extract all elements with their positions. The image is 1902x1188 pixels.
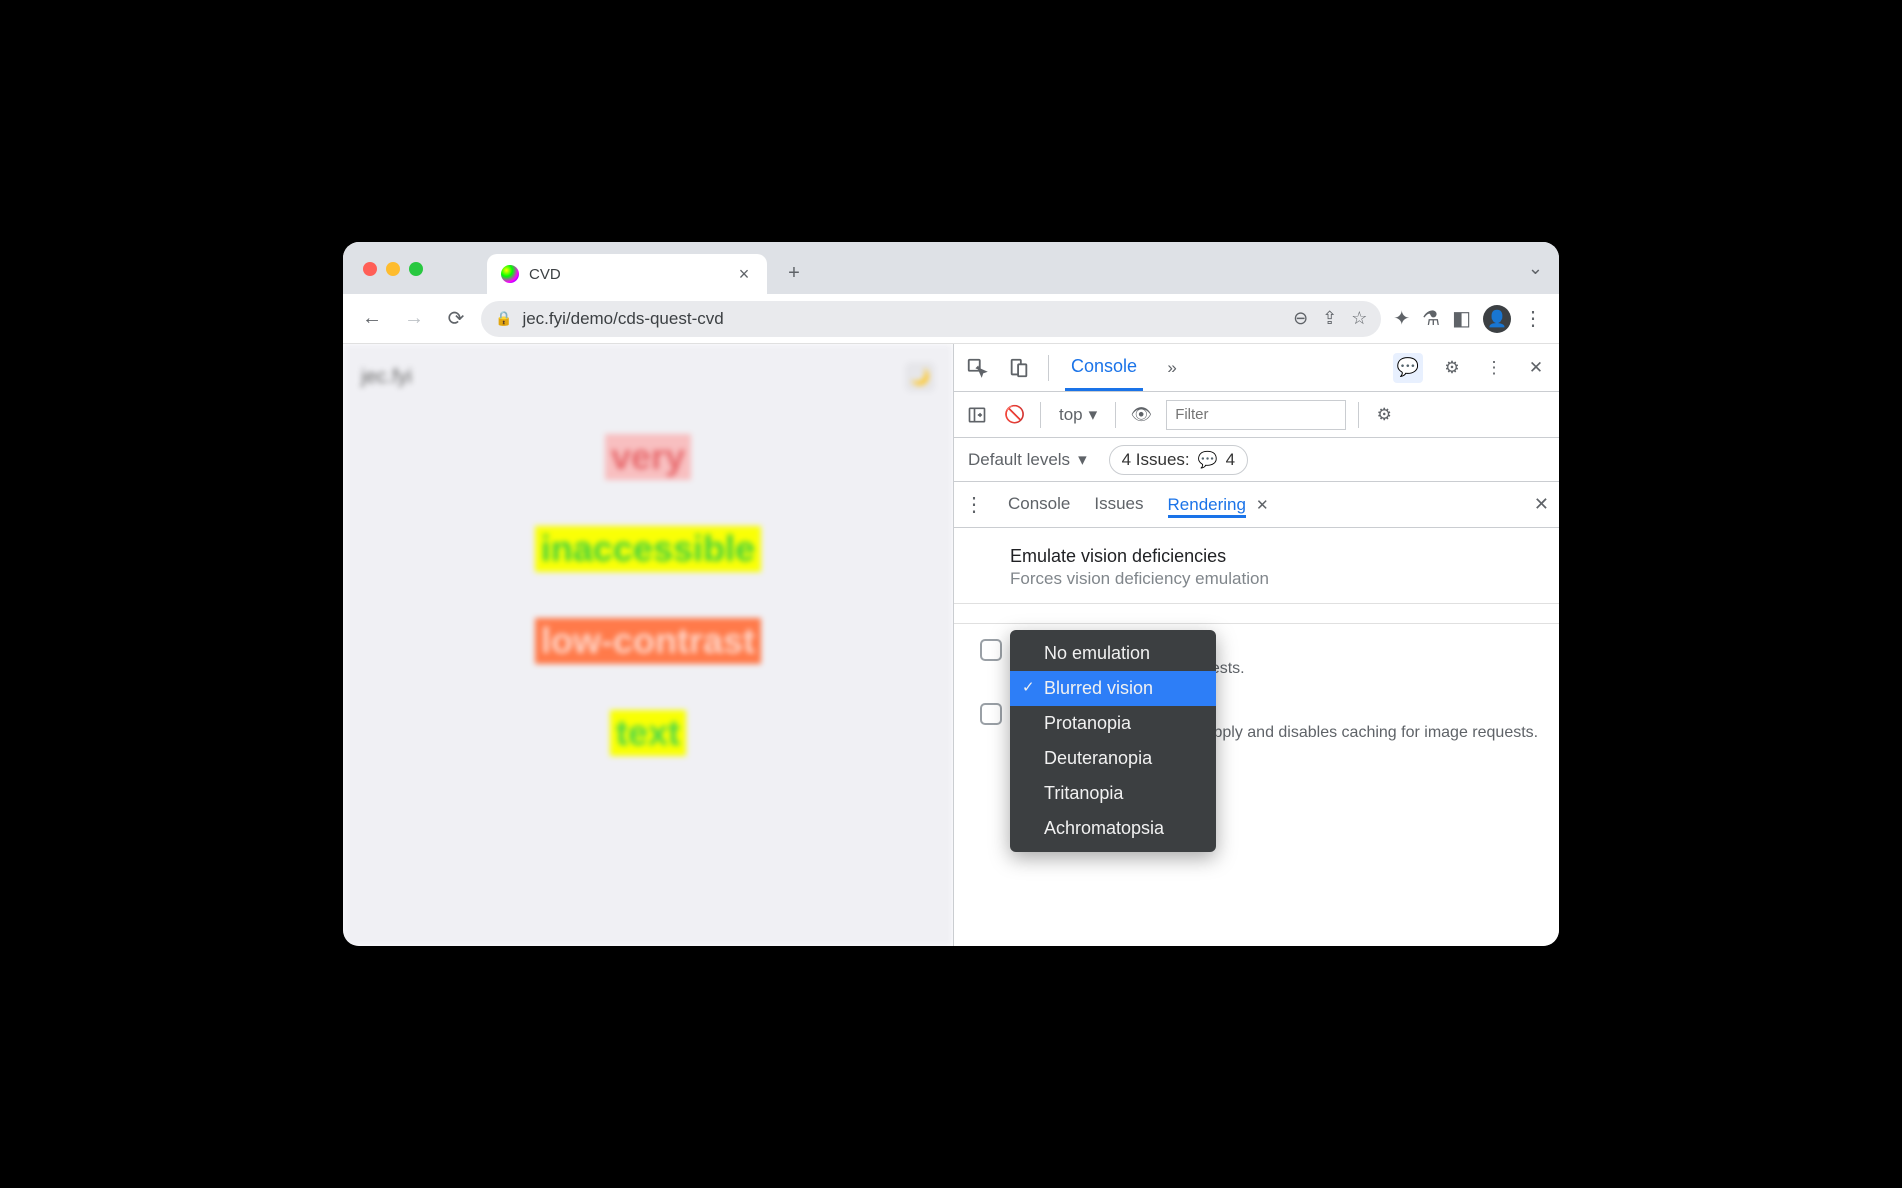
tabs-menu-chevron-icon[interactable]: ⌄ bbox=[1528, 258, 1543, 279]
profile-avatar[interactable]: 👤 bbox=[1483, 305, 1511, 333]
demo-word-4: text bbox=[610, 710, 686, 756]
menu-no-emulation[interactable]: No emulation bbox=[1010, 636, 1216, 671]
demo-word-2: inaccessible bbox=[535, 526, 761, 572]
sidepanel-icon[interactable]: ◧ bbox=[1452, 306, 1471, 331]
url-text: jec.fyi/demo/cds-quest-cvd bbox=[522, 309, 1283, 329]
devtools-menu-icon[interactable]: ⋮ bbox=[1481, 355, 1507, 381]
log-levels-dropdown[interactable]: Default levels ▾ bbox=[964, 450, 1091, 470]
minimize-window-button[interactable] bbox=[386, 262, 400, 276]
context-selector[interactable]: top ▾ bbox=[1053, 405, 1103, 425]
menu-tritanopia[interactable]: Tritanopia bbox=[1010, 776, 1216, 811]
site-title: jec.fyi bbox=[361, 366, 412, 389]
chevron-down-icon: ▾ bbox=[1089, 405, 1098, 425]
console-filter-input[interactable] bbox=[1166, 400, 1346, 430]
menu-achromatopsia[interactable]: Achromatopsia bbox=[1010, 811, 1216, 846]
drawer-close-icon[interactable]: ✕ bbox=[1534, 494, 1549, 515]
divider bbox=[1358, 402, 1359, 428]
menu-protanopia[interactable]: Protanopia bbox=[1010, 706, 1216, 741]
checkbox-1[interactable] bbox=[980, 639, 1002, 661]
zoom-out-icon[interactable]: ⊖ bbox=[1293, 308, 1308, 329]
emulate-section: Emulate vision deficiencies Forces visio… bbox=[954, 528, 1559, 604]
console-toolbar: 🚫 top ▾ 👁 ⚙ bbox=[954, 392, 1559, 438]
extensions-icon[interactable]: ✦ bbox=[1393, 306, 1410, 331]
menu-blurred-vision[interactable]: Blurred vision bbox=[1010, 671, 1216, 706]
browser-menu-icon[interactable]: ⋮ bbox=[1523, 306, 1543, 331]
clear-console-icon[interactable]: 🚫 bbox=[1002, 402, 1028, 428]
reload-button[interactable]: ⟳ bbox=[439, 302, 473, 336]
demo-word-3: low-contrast bbox=[535, 618, 761, 664]
drawer-tab-console[interactable]: Console bbox=[1008, 494, 1070, 516]
tab-title: CVD bbox=[529, 266, 725, 283]
levels-label: Default levels bbox=[968, 450, 1070, 470]
devtools-panel: Console » 💬 ⚙ ⋮ ✕ 🚫 top ▾ 👁 bbox=[953, 344, 1559, 946]
tab-strip: CVD × + ⌄ bbox=[343, 242, 1559, 294]
forward-button[interactable]: → bbox=[397, 302, 431, 336]
browser-window: CVD × + ⌄ ← → ⟳ 🔒 jec.fyi/demo/cds-quest… bbox=[343, 242, 1559, 946]
live-expression-eye-icon[interactable]: 👁 bbox=[1128, 402, 1154, 428]
inspect-icon[interactable] bbox=[964, 355, 990, 381]
context-label: top bbox=[1059, 405, 1083, 425]
new-tab-button[interactable]: + bbox=[779, 258, 809, 288]
theme-toggle[interactable]: 🌙 bbox=[905, 362, 935, 392]
issues-label: 4 Issues: bbox=[1122, 450, 1190, 470]
tab-close-button[interactable]: × bbox=[735, 265, 753, 283]
console-filter-bar: Default levels ▾ 4 Issues: 💬 4 bbox=[954, 438, 1559, 482]
toolbar-right: ✦ ⚗ ◧ 👤 ⋮ bbox=[1389, 305, 1547, 333]
drawer-more-icon[interactable]: ⋮ bbox=[964, 492, 984, 517]
divider bbox=[1115, 402, 1116, 428]
labs-icon[interactable]: ⚗ bbox=[1422, 306, 1440, 331]
demo-word-1: very bbox=[605, 434, 691, 480]
browser-toolbar: ← → ⟳ 🔒 jec.fyi/demo/cds-quest-cvd ⊖ ⇪ ☆… bbox=[343, 294, 1559, 344]
devtools-close-icon[interactable]: ✕ bbox=[1523, 355, 1549, 381]
share-icon[interactable]: ⇪ bbox=[1322, 308, 1337, 329]
device-toggle-icon[interactable] bbox=[1006, 355, 1032, 381]
console-settings-gear-icon[interactable]: ⚙ bbox=[1371, 402, 1397, 428]
checkbox-2[interactable] bbox=[980, 703, 1002, 725]
drawer-tabs: ⋮ Console Issues Rendering ✕ ✕ bbox=[954, 482, 1559, 528]
divider bbox=[1048, 355, 1049, 381]
favicon-icon bbox=[501, 265, 519, 283]
drawer-tab-close-icon[interactable]: ✕ bbox=[1256, 496, 1269, 514]
back-button[interactable]: ← bbox=[355, 302, 389, 336]
bookmark-star-icon[interactable]: ☆ bbox=[1351, 308, 1367, 329]
lock-icon: 🔒 bbox=[495, 310, 512, 327]
omnibox-actions: ⊖ ⇪ ☆ bbox=[1293, 308, 1367, 329]
emulate-subtitle: Forces vision deficiency emulation bbox=[1010, 569, 1547, 589]
close-window-button[interactable] bbox=[363, 262, 377, 276]
settings-gear-icon[interactable]: ⚙ bbox=[1439, 355, 1465, 381]
emulate-title: Emulate vision deficiencies bbox=[1010, 546, 1547, 567]
address-bar[interactable]: 🔒 jec.fyi/demo/cds-quest-cvd ⊖ ⇪ ☆ bbox=[481, 301, 1381, 337]
chevron-down-icon: ▾ bbox=[1078, 450, 1087, 470]
divider bbox=[1040, 402, 1041, 428]
maximize-window-button[interactable] bbox=[409, 262, 423, 276]
issues-chat-icon[interactable]: 💬 bbox=[1393, 353, 1423, 383]
devtools-main-toolbar: Console » 💬 ⚙ ⋮ ✕ bbox=[954, 344, 1559, 392]
menu-deuteranopia[interactable]: Deuteranopia bbox=[1010, 741, 1216, 776]
issues-pill[interactable]: 4 Issues: 💬 4 bbox=[1109, 445, 1248, 475]
console-tab[interactable]: Console bbox=[1065, 344, 1143, 391]
webpage: jec.fyi 🌙 very inaccessible low-contrast… bbox=[343, 344, 953, 946]
browser-tab[interactable]: CVD × bbox=[487, 254, 767, 294]
vision-deficiency-dropdown: No emulation Blurred vision Protanopia D… bbox=[1010, 630, 1216, 852]
issues-count: 4 bbox=[1226, 450, 1235, 470]
chat-icon: 💬 bbox=[1198, 450, 1218, 470]
content-area: jec.fyi 🌙 very inaccessible low-contrast… bbox=[343, 344, 1559, 946]
drawer-tab-rendering[interactable]: Rendering bbox=[1168, 495, 1246, 518]
drawer-tab-issues[interactable]: Issues bbox=[1094, 494, 1143, 516]
window-controls bbox=[363, 262, 423, 276]
console-sidebar-toggle-icon[interactable] bbox=[964, 402, 990, 428]
more-tabs-chevron-icon[interactable]: » bbox=[1159, 355, 1185, 381]
